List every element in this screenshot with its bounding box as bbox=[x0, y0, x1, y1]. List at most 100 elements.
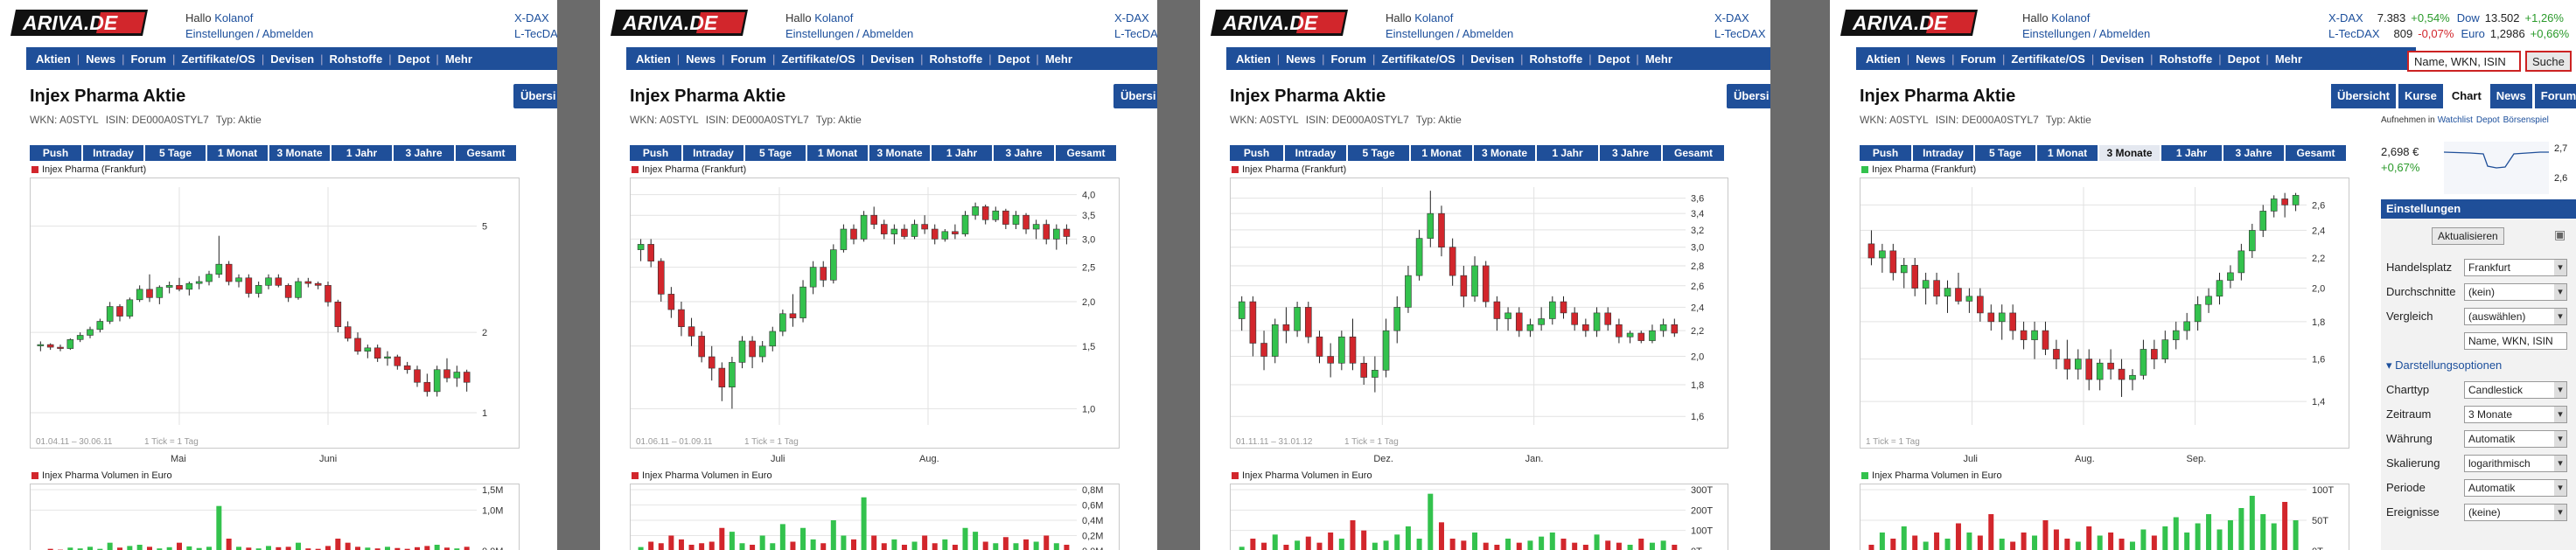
range-tab-intraday[interactable]: Intraday bbox=[83, 145, 143, 161]
user-link[interactable]: Kolanof bbox=[1414, 11, 1453, 24]
nav-item-news[interactable]: News bbox=[1280, 52, 1322, 66]
nav-item-depot[interactable]: Depot bbox=[2222, 52, 2266, 66]
nav-item-forum[interactable]: Forum bbox=[1324, 52, 1372, 66]
nav-item-rohstoffe[interactable]: Rohstoffe bbox=[2154, 52, 2219, 66]
settings-link[interactable]: Einstellungen bbox=[1386, 27, 1454, 40]
index-name[interactable]: L-TecDAX bbox=[514, 27, 557, 40]
index-ticker[interactable]: X-DAX L-TecDAX bbox=[1714, 10, 1766, 42]
price-chart[interactable]: 4,0 3,5 3,0 2,5 2,0 1,5 1,0 Juli Aug. 01.06.11 – … bbox=[630, 178, 1120, 464]
option-select[interactable]: (keine) bbox=[2464, 504, 2567, 521]
nav-item-aktien[interactable]: Aktien bbox=[30, 52, 77, 66]
index-row[interactable]: L-TecDAX bbox=[1114, 26, 1157, 42]
volume-chart[interactable]: 0,8M 0,6M 0,4M 0,2M 0,0M bbox=[630, 484, 1120, 550]
range-tab-5tage[interactable]: 5 Tage bbox=[745, 145, 806, 161]
ariva-logo[interactable]: ARIVA.DE bbox=[611, 10, 748, 36]
range-tab-3jahre[interactable]: 3 Jahre bbox=[394, 145, 454, 161]
range-tab-push[interactable]: Push bbox=[30, 145, 81, 161]
nav-item-mehr[interactable]: Mehr bbox=[1039, 52, 1079, 66]
nav-item-zertifikateos[interactable]: Zertifikate/OS bbox=[175, 52, 262, 66]
index-row[interactable]: L-TecDAX bbox=[514, 26, 557, 42]
range-tab-1jahr[interactable]: 1 Jahr bbox=[1537, 145, 1598, 161]
index-name[interactable]: Euro bbox=[2461, 27, 2484, 40]
nav-item-devisen[interactable]: Devisen bbox=[264, 52, 320, 66]
nav-item-rohstoffe[interactable]: Rohstoffe bbox=[324, 52, 389, 66]
nav-item-mehr[interactable]: Mehr bbox=[439, 52, 478, 66]
index-row[interactable]: X-DAX bbox=[1714, 10, 1766, 26]
range-tab-gesamt[interactable]: Gesamt bbox=[1056, 145, 1116, 161]
range-tab-1monat[interactable]: 1 Monat bbox=[2037, 145, 2098, 161]
tab-kurse[interactable]: Kurse bbox=[2398, 84, 2443, 108]
range-tab-3jahre[interactable]: 3 Jahre bbox=[2223, 145, 2284, 161]
index-name[interactable]: X-DAX bbox=[1714, 11, 1749, 24]
nav-item-aktien[interactable]: Aktien bbox=[1860, 52, 1907, 66]
setting-select[interactable]: (kein) bbox=[2464, 283, 2567, 301]
range-tab-push[interactable]: Push bbox=[630, 145, 681, 161]
nav-item-forum[interactable]: Forum bbox=[1954, 52, 2001, 66]
range-tab-intraday[interactable]: Intraday bbox=[683, 145, 743, 161]
tab-bersicht[interactable]: Übersicht bbox=[2331, 84, 2396, 108]
nav-item-depot[interactable]: Depot bbox=[992, 52, 1037, 66]
index-name[interactable]: L-TecDAX bbox=[1114, 27, 1157, 40]
nav-item-rohstoffe[interactable]: Rohstoffe bbox=[924, 52, 989, 66]
nav-item-devisen[interactable]: Devisen bbox=[864, 52, 920, 66]
ariva-logo[interactable]: ARIVA.DE bbox=[10, 10, 148, 36]
nav-item-devisen[interactable]: Devisen bbox=[2094, 52, 2150, 66]
ariva-logo[interactable]: ARIVA.DE bbox=[1211, 10, 1348, 36]
range-tab-5tage[interactable]: 5 Tage bbox=[145, 145, 206, 161]
nav-item-aktien[interactable]: Aktien bbox=[630, 52, 677, 66]
user-link[interactable]: Kolanof bbox=[214, 11, 253, 24]
range-tab-3jahre[interactable]: 3 Jahre bbox=[1600, 145, 1661, 161]
range-tab-1jahr[interactable]: 1 Jahr bbox=[2161, 145, 2222, 161]
volume-chart[interactable]: 1,5M 1,0M 0,0M bbox=[30, 484, 520, 550]
nav-item-rohstoffe[interactable]: Rohstoffe bbox=[1524, 52, 1589, 66]
watchlist-link[interactable]: Watchlist bbox=[2438, 115, 2473, 125]
save-icon[interactable]: ▣ bbox=[2554, 227, 2566, 242]
index-name[interactable]: X-DAX bbox=[514, 11, 549, 24]
nav-item-forum[interactable]: Forum bbox=[124, 52, 171, 66]
nav-item-news[interactable]: News bbox=[680, 52, 722, 66]
price-chart[interactable]: 5 2 1 Mai Juni 01.04.11 – 30.06.11 1 Tick = 1 … bbox=[30, 178, 520, 464]
range-tab-3monate[interactable]: 3 Monate bbox=[869, 145, 930, 161]
uebersicht-tab[interactable]: Übersi bbox=[513, 84, 557, 108]
range-tab-push[interactable]: Push bbox=[1230, 145, 1283, 161]
ariva-logo[interactable]: ARIVA.DE bbox=[1840, 10, 1978, 36]
range-tab-1monat[interactable]: 1 Monat bbox=[207, 145, 268, 161]
range-tab-1jahr[interactable]: 1 Jahr bbox=[332, 145, 392, 161]
range-tab-gesamt[interactable]: Gesamt bbox=[1663, 145, 1724, 161]
tab-news[interactable]: News bbox=[2489, 84, 2532, 108]
range-tab-3jahre[interactable]: 3 Jahre bbox=[994, 145, 1054, 161]
option-select[interactable]: logarithmisch bbox=[2464, 455, 2567, 472]
settings-link[interactable]: Einstellungen bbox=[2022, 27, 2091, 40]
option-select[interactable]: Automatik bbox=[2464, 479, 2567, 497]
range-tab-3monate[interactable]: 3 Monate bbox=[2099, 145, 2160, 161]
index-name[interactable]: X-DAX bbox=[1114, 11, 1149, 24]
display-options-toggle[interactable]: ▾ Darstellungsoptionen bbox=[2386, 359, 2502, 372]
search-button[interactable]: Suche bbox=[2525, 51, 2572, 72]
volume-chart[interactable]: 100T 50T 0T bbox=[1860, 484, 2349, 550]
nav-item-news[interactable]: News bbox=[1909, 52, 1951, 66]
nav-item-devisen[interactable]: Devisen bbox=[1464, 52, 1520, 66]
range-tab-5tage[interactable]: 5 Tage bbox=[1975, 145, 2035, 161]
nav-item-mehr[interactable]: Mehr bbox=[1639, 52, 1679, 66]
option-select[interactable]: Candlestick bbox=[2464, 381, 2567, 399]
index-row[interactable]: L-TecDAX bbox=[1714, 26, 1766, 42]
settings-link[interactable]: Einstellungen bbox=[785, 27, 854, 40]
option-select[interactable]: Automatik bbox=[2464, 430, 2567, 448]
search-input[interactable]: Name, WKN, ISIN bbox=[2407, 51, 2521, 72]
price-chart[interactable]: 2,6 2,4 2,2 2,0 1,8 1,6 1,4 Juli Aug. Sep. 1 Tick … bbox=[1860, 178, 2349, 464]
refresh-button[interactable]: Aktualisieren bbox=[2432, 227, 2504, 245]
range-tab-intraday[interactable]: Intraday bbox=[1285, 145, 1346, 161]
range-tab-5tage[interactable]: 5 Tage bbox=[1348, 145, 1409, 161]
index-name[interactable]: X-DAX bbox=[2328, 11, 2363, 24]
range-tab-1jahr[interactable]: 1 Jahr bbox=[932, 145, 992, 161]
uebersicht-tab[interactable]: Übersi bbox=[1727, 84, 1770, 108]
uebersicht-tab[interactable]: Übersi bbox=[1113, 84, 1157, 108]
logout-link[interactable]: Abmelden bbox=[862, 27, 914, 40]
settings-link[interactable]: Einstellungen bbox=[185, 27, 254, 40]
nav-item-forum[interactable]: Forum bbox=[724, 52, 771, 66]
range-tab-1monat[interactable]: 1 Monat bbox=[807, 145, 868, 161]
range-tab-3monate[interactable]: 3 Monate bbox=[1474, 145, 1535, 161]
boersenspiel-link[interactable]: Börsenspiel bbox=[2503, 115, 2549, 125]
index-ticker[interactable]: X-DAX 7.383 +0,54% Dow 13.502 +1,26% L-TecDAX 8… bbox=[2328, 10, 2569, 42]
compare-input[interactable]: Name, WKN, ISIN bbox=[2464, 332, 2567, 350]
